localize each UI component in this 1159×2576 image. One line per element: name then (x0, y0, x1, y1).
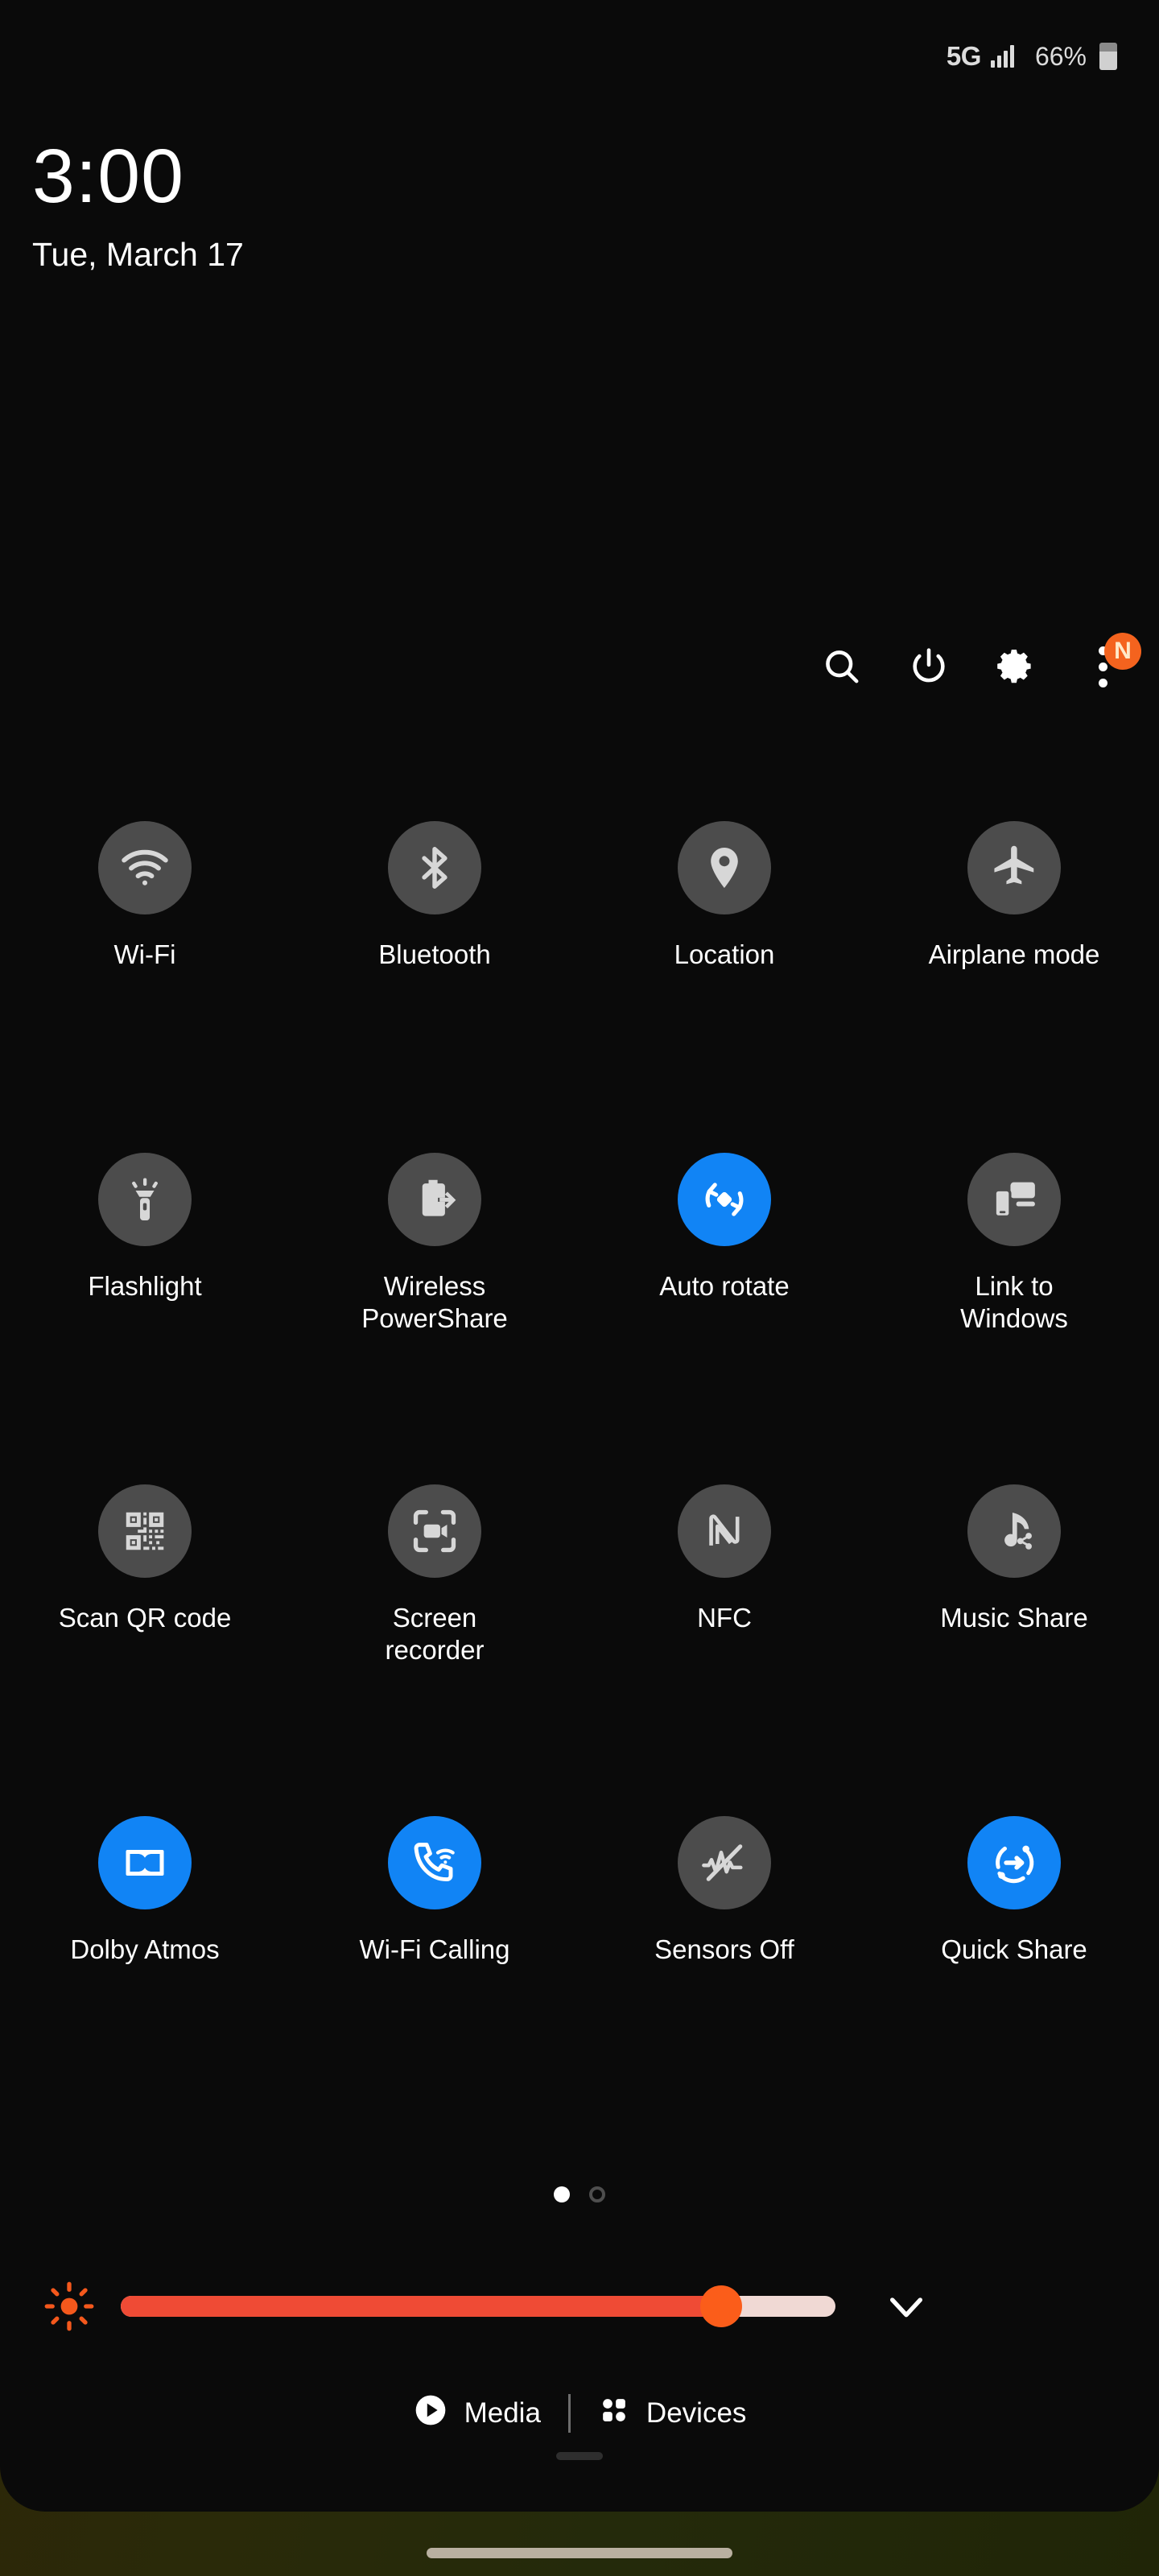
flashlight-icon (98, 1153, 192, 1246)
tile-label: Location (674, 939, 775, 969)
tile-airplane-mode[interactable]: Airplane mode (869, 821, 1159, 1153)
tile-quick-share[interactable]: Quick Share (869, 1816, 1159, 2148)
brightness-row (0, 2272, 1159, 2341)
tile-label: Flashlight (88, 1271, 202, 1301)
nfc-icon (678, 1484, 771, 1578)
media-button[interactable]: Media (413, 2392, 541, 2435)
tile-label: Wireless PowerShare (361, 1271, 508, 1334)
tile-label: Sensors Off (654, 1934, 794, 1964)
wireless-powershare-icon (388, 1153, 481, 1246)
tile-music-share[interactable]: Music Share (869, 1484, 1159, 1816)
tile-scan-qr-code[interactable]: Scan QR code (0, 1484, 290, 1816)
wifi-icon (98, 821, 192, 914)
tile-label: Bluetooth (378, 939, 491, 969)
brightness-slider[interactable] (121, 2285, 835, 2327)
quick-settings-footer: Media Devices (0, 2365, 1159, 2462)
tile-label: Wi-Fi Calling (359, 1934, 510, 1964)
chevron-down-icon[interactable] (881, 2281, 932, 2332)
tile-label: Airplane mode (928, 939, 1100, 969)
music-share-icon (967, 1484, 1061, 1578)
brightness-sun-icon (43, 2281, 95, 2332)
airplane-icon (967, 821, 1061, 914)
tile-bluetooth[interactable]: Bluetooth (290, 821, 580, 1153)
tile-wireless-powershare[interactable]: Wireless PowerShare (290, 1153, 580, 1484)
play-circle-icon (413, 2392, 448, 2435)
quick-settings-header: N (813, 633, 1141, 696)
quick-share-icon (967, 1816, 1061, 1909)
wifi-calling-icon (388, 1816, 481, 1909)
quick-settings-tile-grid: Wi-Fi Bluetooth Location Airplane mode F… (0, 821, 1159, 2148)
panel-drag-handle[interactable] (556, 2452, 603, 2460)
tile-label: Music Share (940, 1603, 1088, 1633)
clock-time[interactable]: 3:00 (32, 138, 244, 215)
footer-divider (567, 2394, 571, 2433)
gear-icon[interactable] (987, 638, 1045, 696)
qr-code-icon (98, 1484, 192, 1578)
auto-rotate-icon (678, 1153, 771, 1246)
tile-label: Wi-Fi (113, 939, 176, 969)
status-bar: 5G 66% (947, 0, 1159, 113)
tile-label: Link to Windows (960, 1271, 1068, 1334)
devices-button[interactable]: Devices (598, 2394, 746, 2434)
tile-wifi[interactable]: Wi-Fi (0, 821, 290, 1153)
link-to-windows-icon (967, 1153, 1061, 1246)
tile-flashlight[interactable]: Flashlight (0, 1153, 290, 1484)
brightness-slider-fill (121, 2296, 721, 2317)
tile-label: Dolby Atmos (70, 1934, 220, 1964)
signal-bars-icon (990, 45, 1014, 68)
gesture-navigation-bar[interactable] (427, 2548, 732, 2558)
devices-grid-icon (598, 2394, 630, 2434)
brightness-slider-thumb[interactable] (699, 2285, 742, 2327)
clock-date[interactable]: Tue, March 17 (32, 236, 244, 274)
battery-icon (1099, 43, 1117, 70)
tile-location[interactable]: Location (580, 821, 869, 1153)
tile-label: Scan QR code (58, 1603, 232, 1633)
search-icon[interactable] (813, 638, 871, 696)
battery-percent-label: 66% (1034, 41, 1087, 71)
sensors-off-icon (678, 1816, 771, 1909)
tile-link-to-windows[interactable]: Link to Windows (869, 1153, 1159, 1484)
power-icon[interactable] (900, 638, 958, 696)
tile-label: Screen recorder (385, 1603, 485, 1666)
screen-recorder-icon (388, 1484, 481, 1578)
tile-screen-recorder[interactable]: Screen recorder (290, 1484, 580, 1816)
media-label: Media (464, 2397, 541, 2429)
tile-label: Quick Share (941, 1934, 1087, 1964)
page-dot-2[interactable] (589, 2186, 605, 2202)
tile-nfc[interactable]: NFC (580, 1484, 869, 1816)
network-type-label: 5G (946, 41, 982, 71)
bluetooth-icon (388, 821, 481, 914)
devices-label: Devices (645, 2397, 747, 2429)
dolby-atmos-icon (98, 1816, 192, 1909)
tile-sensors-off[interactable]: Sensors Off (580, 1816, 869, 2148)
clock-block: 3:00 Tue, March 17 (32, 138, 244, 274)
location-pin-icon (678, 821, 771, 914)
quick-settings-panel: 5G 66% 3:00 Tue, March 17 N Wi-Fi Blueto… (0, 0, 1159, 2512)
tile-wifi-calling[interactable]: Wi-Fi Calling (290, 1816, 580, 2148)
tile-label: Auto rotate (659, 1271, 790, 1301)
overflow-menu-icon[interactable]: N (1074, 633, 1141, 696)
page-dot-1[interactable] (554, 2186, 570, 2202)
tile-label: NFC (697, 1603, 752, 1633)
tile-auto-rotate[interactable]: Auto rotate (580, 1153, 869, 1484)
page-indicator (0, 2186, 1159, 2202)
notification-badge[interactable]: N (1104, 633, 1141, 670)
tile-dolby-atmos[interactable]: Dolby Atmos (0, 1816, 290, 2148)
